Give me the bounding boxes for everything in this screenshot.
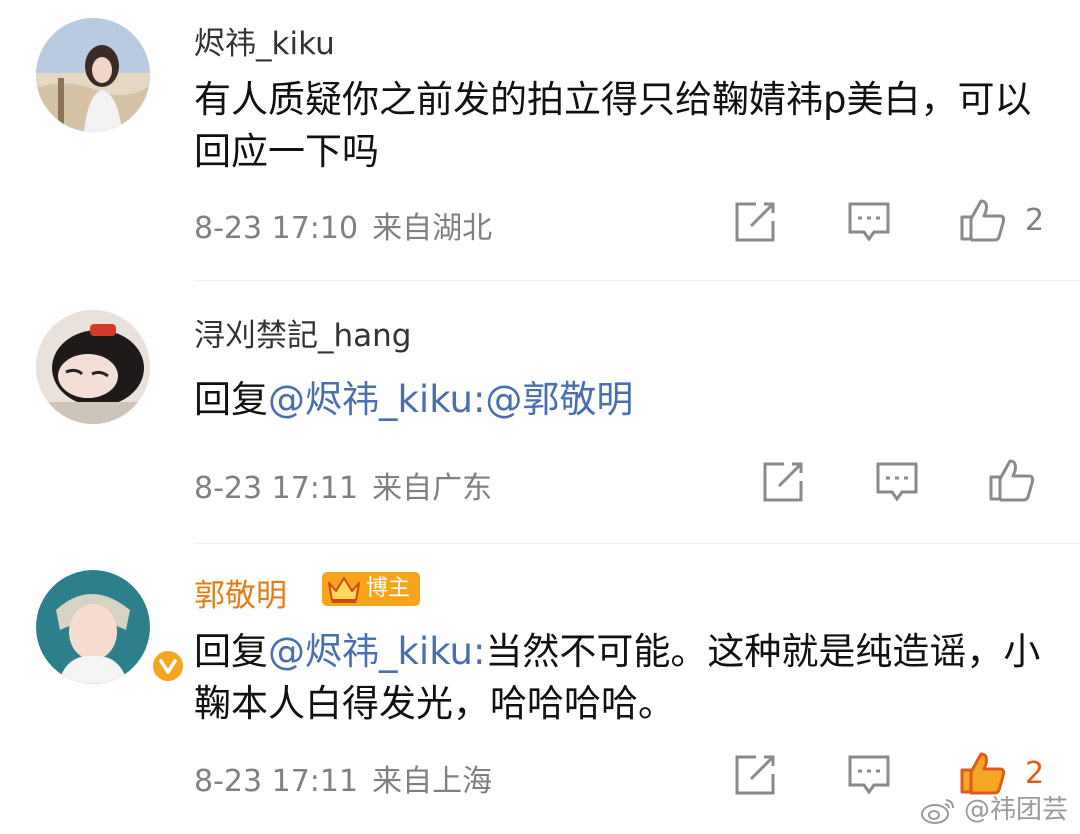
reply-prefix: 回复 bbox=[194, 378, 268, 421]
timestamp: 8-23 17:10 bbox=[194, 211, 359, 246]
divider bbox=[194, 280, 1080, 281]
reply-prefix: 回复 bbox=[194, 630, 268, 673]
avatar[interactable] bbox=[36, 570, 186, 684]
comment-text: 回复@烬祎_kiku:当然不可能。这种就是纯造谣，小鞠本人白得发光，哈哈哈哈。 bbox=[194, 626, 1044, 730]
like-icon[interactable] bbox=[959, 197, 1006, 243]
divider bbox=[194, 543, 1080, 544]
location: 来自广东 bbox=[372, 471, 493, 506]
comment-text: 回复@烬祎_kiku:@郭敬明 bbox=[194, 374, 1044, 426]
comment-body: 有人质疑你之前发的拍立得只给鞠婧祎p美白，可以回应一下吗 bbox=[194, 78, 1032, 173]
comment-icon[interactable] bbox=[846, 199, 892, 245]
comment-meta: 8-23 17:10 来自湖北 bbox=[194, 203, 492, 247]
edit-icon[interactable] bbox=[732, 752, 778, 798]
location: 来自上海 bbox=[372, 764, 493, 799]
username[interactable]: 郭敬明 bbox=[194, 570, 287, 615]
comment-meta: 8-23 17:11 来自上海 bbox=[194, 756, 492, 800]
timestamp: 8-23 17:11 bbox=[194, 471, 359, 506]
comment-meta: 8-23 17:11 来自广东 bbox=[194, 463, 492, 507]
badge-label: 博主 bbox=[366, 576, 411, 601]
comment-icon[interactable] bbox=[846, 752, 892, 798]
username[interactable]: 烬祎_kiku bbox=[194, 18, 335, 63]
like-count: 2 bbox=[1025, 756, 1045, 791]
mention-link[interactable]: @烬祎_kiku: bbox=[268, 630, 485, 673]
weibo-logo-icon bbox=[920, 797, 956, 825]
comment-icon[interactable] bbox=[874, 459, 920, 505]
timestamp: 8-23 17:11 bbox=[194, 764, 359, 799]
avatar[interactable] bbox=[36, 18, 150, 132]
location: 来自湖北 bbox=[372, 211, 493, 246]
edit-icon[interactable] bbox=[732, 199, 778, 245]
like-count: 2 bbox=[1025, 203, 1045, 238]
avatar[interactable] bbox=[36, 310, 150, 424]
username[interactable]: 浔刈禁記_hang bbox=[194, 310, 411, 355]
verified-icon bbox=[150, 648, 186, 684]
crown-icon bbox=[326, 573, 362, 605]
edit-icon[interactable] bbox=[760, 459, 806, 505]
mention-link[interactable]: @烬祎_kiku:@郭敬明 bbox=[268, 378, 633, 421]
watermark-text: @祎团芸 bbox=[963, 795, 1068, 825]
watermark: @祎团芸 bbox=[920, 789, 1068, 826]
blogger-badge: 博主 bbox=[322, 572, 421, 606]
comment-text: 有人质疑你之前发的拍立得只给鞠婧祎p美白，可以回应一下吗 bbox=[194, 74, 1044, 178]
like-icon[interactable] bbox=[988, 457, 1035, 503]
